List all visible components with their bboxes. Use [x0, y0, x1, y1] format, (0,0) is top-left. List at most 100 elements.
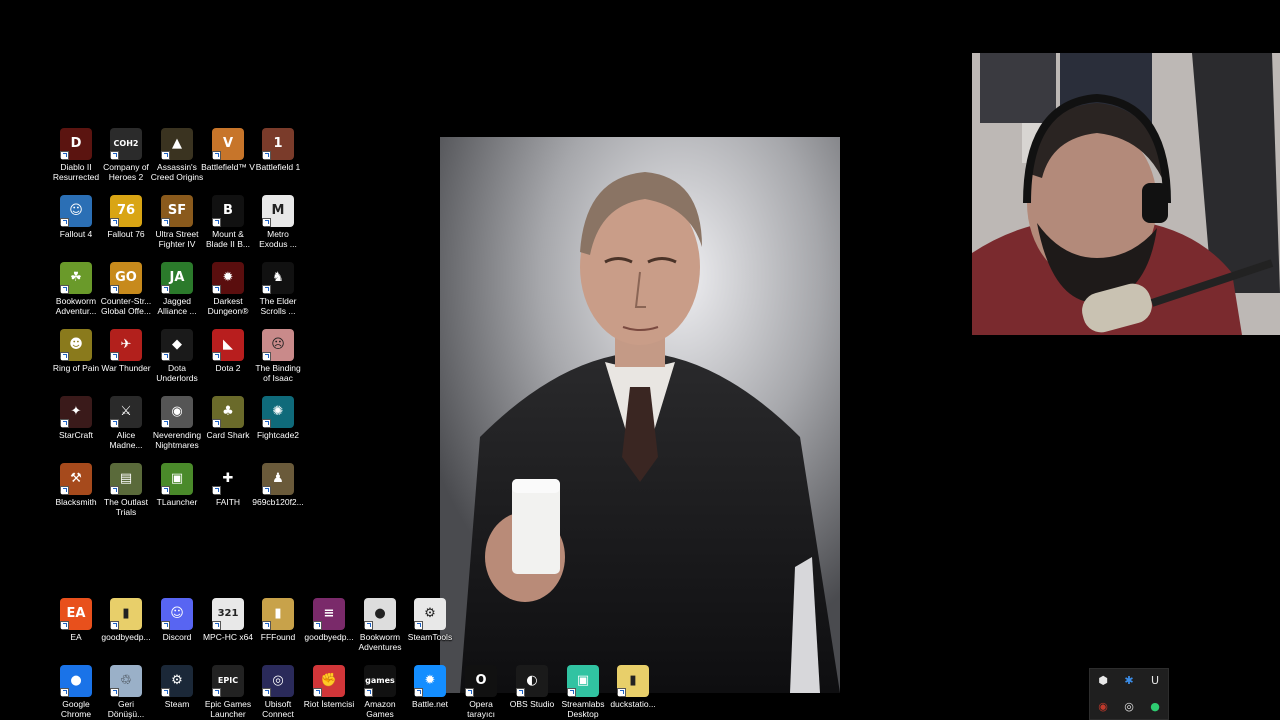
- elder-scrolls-icon: ♞: [262, 262, 294, 294]
- shortcut-arrow-icon: [212, 419, 221, 428]
- tray-overflow-popup: ⬢ ✱ U ◉ ◎ ●: [1089, 668, 1169, 720]
- desktop-shortcut[interactable]: ✹ Battle.net: [402, 665, 458, 709]
- icon-glyph: ▤: [119, 471, 133, 486]
- desktop-shortcut[interactable]: ♲ Geri Dönüşü...: [98, 665, 154, 719]
- desktop-shortcut[interactable]: ⚒ Blacksmith: [48, 463, 104, 507]
- tray-green-icon[interactable]: ●: [1147, 699, 1163, 715]
- icon-glyph: ⚙: [171, 673, 183, 688]
- shortcut-arrow-icon: [212, 151, 221, 160]
- desktop-shortcut[interactable]: ☺ Fallout 4: [48, 195, 104, 239]
- desktop-shortcut[interactable]: ⚙ SteamTools: [402, 598, 458, 642]
- desktop-shortcut[interactable]: M Metro Exodus ...: [250, 195, 306, 249]
- desktop-shortcut[interactable]: JA Jagged Alliance ...: [149, 262, 205, 316]
- shortcut-arrow-icon: [212, 486, 221, 495]
- icon-glyph: ✹: [222, 270, 234, 285]
- desktop-shortcut[interactable]: GO Counter-Str... Global Offe...: [98, 262, 154, 316]
- desktop-shortcut[interactable]: ♞ The Elder Scrolls ...: [250, 262, 306, 316]
- desktop-shortcut[interactable]: games Amazon Games: [352, 665, 408, 719]
- tray-app-icon[interactable]: ⬢: [1095, 673, 1111, 689]
- obs-tray-icon[interactable]: ◎: [1121, 699, 1137, 715]
- shortcut-arrow-icon: [60, 151, 69, 160]
- desktop-shortcut[interactable]: ☺ Discord: [149, 598, 205, 642]
- desktop-shortcut[interactable]: ≡ goodbyedp...: [301, 598, 357, 642]
- desktop-shortcut[interactable]: ✺ Fightcade2: [250, 396, 306, 440]
- shortcut-label: FAITH: [215, 497, 241, 507]
- desktop-shortcut[interactable]: ♟ 969cb120f2...: [250, 463, 306, 507]
- desktop-shortcut[interactable]: ✈ War Thunder: [98, 329, 154, 373]
- starcraft-icon: ✦: [60, 396, 92, 428]
- desktop-shortcut[interactable]: 76 Fallout 76: [98, 195, 154, 239]
- desktop-shortcut[interactable]: ● Bookworm Adventures: [352, 598, 408, 652]
- desktop-shortcut[interactable]: ◎ Ubisoft Connect: [250, 665, 306, 719]
- desktop-shortcut[interactable]: ☘ Bookworm Adventur...: [48, 262, 104, 316]
- desktop-shortcut[interactable]: ▮ FFFound: [250, 598, 306, 642]
- jagged-alliance-icon: JA: [161, 262, 193, 294]
- shortcut-arrow-icon: [212, 218, 221, 227]
- desktop-shortcut[interactable]: ◆ Dota Underlords: [149, 329, 205, 383]
- shortcut-label: Company of Heroes 2: [103, 162, 149, 182]
- shortcut-arrow-icon: [110, 688, 119, 697]
- shortcut-arrow-icon: [414, 688, 423, 697]
- tray-u-icon[interactable]: U: [1147, 673, 1163, 689]
- shortcut-arrow-icon: [212, 621, 221, 630]
- battlefield-1-icon: 1: [262, 128, 294, 160]
- shortcut-arrow-icon: [60, 486, 69, 495]
- desktop-shortcut[interactable]: ☹ The Binding of Isaac: [250, 329, 306, 383]
- fallout-76-icon: 76: [110, 195, 142, 227]
- desktop-shortcut[interactable]: D Diablo II Resurrected: [48, 128, 104, 182]
- desktop-shortcut[interactable]: ✚ FAITH: [200, 463, 256, 507]
- icon-glyph: ♟: [272, 471, 284, 486]
- desktop-shortcut[interactable]: 1 Battlefield 1: [250, 128, 306, 172]
- icon-glyph: ✚: [222, 471, 234, 486]
- desktop-shortcut[interactable]: ▮ duckstatio...: [605, 665, 661, 709]
- bluetooth-icon[interactable]: ✱: [1121, 673, 1137, 689]
- desktop-shortcut[interactable]: ▲ Assassin's Creed Origins: [149, 128, 205, 182]
- desktop-shortcut[interactable]: ▣ TLauncher: [149, 463, 205, 507]
- icon-glyph: ◐: [526, 673, 538, 688]
- desktop-shortcut[interactable]: ⚔ Alice Madne...: [98, 396, 154, 450]
- desktop-shortcut[interactable]: V Battlefield™ V: [200, 128, 256, 172]
- desktop-shortcut[interactable]: ✊ Riot İstemcisi: [301, 665, 357, 709]
- desktop-shortcut[interactable]: ◣ Dota 2: [200, 329, 256, 373]
- outlast-trials-icon: ▤: [110, 463, 142, 495]
- desktop-shortcut[interactable]: SF Ultra Street Fighter IV: [149, 195, 205, 249]
- desktop-shortcut[interactable]: ● Google Chrome: [48, 665, 104, 719]
- neverending-nightmares-icon: ◉: [161, 396, 193, 428]
- shortcut-label: Blacksmith: [55, 497, 97, 507]
- recycle-bin-icon: ♲: [110, 665, 142, 697]
- desktop-shortcut[interactable]: B Mount & Blade II B...: [200, 195, 256, 249]
- metro-exodus-icon: M: [262, 195, 294, 227]
- desktop-shortcut[interactable]: ▮ goodbyedp...: [98, 598, 154, 642]
- icon-glyph: ◣: [223, 337, 233, 352]
- ubisoft-icon: ◎: [262, 665, 294, 697]
- desktop-shortcut[interactable]: ⚙ Steam: [149, 665, 205, 709]
- fightcade-icon: ✺: [262, 396, 294, 428]
- desktop-shortcut[interactable]: O Opera tarayıcı: [453, 665, 509, 719]
- shortcut-arrow-icon: [60, 352, 69, 361]
- desktop-shortcut[interactable]: ✦ StarCraft: [48, 396, 104, 440]
- shortcut-label: Counter-Str... Global Offe...: [100, 296, 152, 316]
- desktop-shortcut[interactable]: ◉ Neverending Nightmares: [149, 396, 205, 450]
- shortcut-label: Jagged Alliance ...: [157, 296, 197, 316]
- desktop-shortcut[interactable]: ▣ Streamlabs Desktop: [555, 665, 611, 719]
- shortcut-arrow-icon: [465, 688, 474, 697]
- desktop-shortcut[interactable]: EA EA: [48, 598, 104, 642]
- desktop-shortcut[interactable]: ◐ OBS Studio: [504, 665, 560, 709]
- shortcut-label: Mount & Blade II B...: [206, 229, 250, 249]
- icon-glyph: ◎: [272, 673, 284, 688]
- epic-games-icon: EPIC: [212, 665, 244, 697]
- shortcut-arrow-icon: [617, 688, 626, 697]
- shortcut-arrow-icon: [161, 218, 170, 227]
- desktop-shortcut[interactable]: ♣ Card Shark: [200, 396, 256, 440]
- chrome-icon: ●: [60, 665, 92, 697]
- desktop-shortcut[interactable]: ☻ Ring of Pain: [48, 329, 104, 373]
- desktop-shortcut[interactable]: EPIC Epic Games Launcher: [200, 665, 256, 719]
- desktop-shortcut[interactable]: ▤ The Outlast Trials: [98, 463, 154, 517]
- tray-red-icon[interactable]: ◉: [1095, 699, 1111, 715]
- desktop-shortcut[interactable]: 321 MPC-HC x64: [200, 598, 256, 642]
- shortcut-label: FFFound: [260, 632, 296, 642]
- desktop-shortcut[interactable]: ✹ Darkest Dungeon®: [200, 262, 256, 316]
- icon-glyph: M: [271, 203, 285, 218]
- alice-madness-icon: ⚔: [110, 396, 142, 428]
- desktop-shortcut[interactable]: COH2 Company of Heroes 2: [98, 128, 154, 182]
